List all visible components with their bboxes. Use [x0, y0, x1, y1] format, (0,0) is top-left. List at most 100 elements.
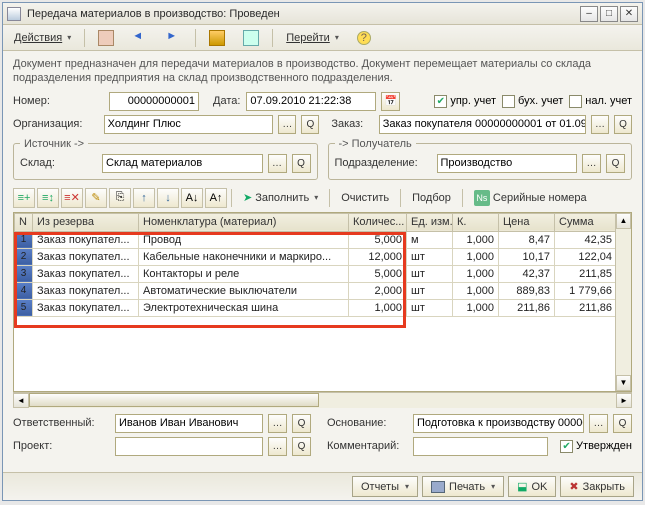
grid-sort-asc-icon[interactable]: A↓	[181, 188, 203, 208]
col-k[interactable]: К.	[453, 213, 499, 231]
table-row[interactable]: 2Заказ покупател...Кабельные наконечники…	[15, 248, 616, 265]
table-row[interactable]: 5Заказ покупател...Электротехническая ши…	[15, 299, 616, 316]
sklad-label: Склад:	[20, 157, 96, 169]
print-button[interactable]: Печать▾	[422, 476, 504, 497]
col-price[interactable]: Цена	[499, 213, 555, 231]
toolbar-nav-back-icon[interactable]: ◄	[125, 28, 155, 48]
order-open-button[interactable]: Q	[614, 115, 632, 134]
cell-sum: 42,35	[555, 231, 616, 248]
order-field[interactable]: Заказ покупателя 00000000001 от 01.09.20	[379, 115, 586, 134]
cell-qty: 1,000	[349, 299, 407, 316]
org-open-button[interactable]: Q	[301, 115, 319, 134]
cell-qty: 5,000	[349, 265, 407, 282]
org-field[interactable]: Холдинг Плюс	[104, 115, 274, 134]
project-field[interactable]	[115, 437, 263, 456]
close-button[interactable]: ✖Закрыть	[560, 476, 634, 497]
col-unit[interactable]: Ед. изм.	[407, 213, 453, 231]
main-toolbar: Действия▾ ◄ ► Перейти▾ ?	[3, 25, 642, 51]
serials-button[interactable]: NsСерийные номера	[467, 188, 594, 208]
date-picker-button[interactable]: 📅	[381, 92, 400, 111]
base-open-button[interactable]: Q	[613, 414, 632, 433]
scroll-up-icon[interactable]: ▲	[616, 213, 631, 229]
col-reserve[interactable]: Из резерва	[33, 213, 139, 231]
table-row[interactable]: 1Заказ покупател...Провод5,000м1,0008,47…	[15, 231, 616, 248]
resp-select-button[interactable]: …	[268, 414, 287, 433]
sklad-select-button[interactable]: …	[268, 154, 287, 173]
scroll-down-icon[interactable]: ▼	[616, 375, 631, 391]
reports-button[interactable]: Отчеты▾	[352, 476, 418, 497]
number-field[interactable]: 00000000001	[109, 92, 199, 111]
org-select-button[interactable]: …	[278, 115, 296, 134]
cell-sum: 1 779,66	[555, 282, 616, 299]
resp-label: Ответственный:	[13, 417, 109, 429]
cell-sum: 211,85	[555, 265, 616, 282]
grid-copy-icon[interactable]: ⎘	[109, 188, 131, 208]
col-n[interactable]: N	[15, 213, 33, 231]
col-qty[interactable]: Количес...	[349, 213, 407, 231]
toolbar-nav-fwd-icon[interactable]: ►	[159, 28, 189, 48]
toolbar-copy-icon[interactable]	[236, 28, 266, 48]
date-field[interactable]: 07.09.2010 21:22:38	[246, 92, 376, 111]
clear-button[interactable]: Очистить	[334, 188, 396, 208]
cell-price: 889,83	[499, 282, 555, 299]
source-group: Источник -> Склад: Склад материалов … Q	[13, 138, 318, 180]
cell-sum: 211,86	[555, 299, 616, 316]
cell-reserve: Заказ покупател...	[33, 299, 139, 316]
table-row[interactable]: 4Заказ покупател...Автоматические выключ…	[15, 282, 616, 299]
actions-menu[interactable]: Действия▾	[7, 28, 78, 48]
col-nomen[interactable]: Номенклатура (материал)	[139, 213, 349, 231]
grid-movedown-icon[interactable]: ↓	[157, 188, 179, 208]
horizontal-scrollbar[interactable]: ◄ ►	[13, 392, 632, 408]
sklad-field[interactable]: Склад материалов	[102, 154, 263, 173]
buh-uchet-checkbox[interactable]: бух. учет	[502, 95, 563, 108]
podr-select-button[interactable]: …	[582, 154, 601, 173]
toolbar-grid-icon[interactable]	[202, 28, 232, 48]
scroll-right-icon[interactable]: ►	[616, 393, 632, 408]
nal-uchet-checkbox[interactable]: нал. учет	[569, 95, 632, 108]
cell-qty: 5,000	[349, 231, 407, 248]
table-row[interactable]: 3Заказ покупател...Контакторы и реле5,00…	[15, 265, 616, 282]
cell-unit: шт	[407, 248, 453, 265]
resp-open-button[interactable]: Q	[292, 414, 311, 433]
go-menu[interactable]: Перейти▾	[279, 28, 346, 48]
grid-insert-icon[interactable]: ≡↕	[37, 188, 59, 208]
comment-field[interactable]	[413, 437, 548, 456]
grid-delete-icon[interactable]: ≡✕	[61, 188, 83, 208]
minimize-button[interactable]: –	[580, 6, 598, 22]
select-button[interactable]: Подбор	[405, 188, 458, 208]
base-field[interactable]: Подготовка к производству 000000000	[413, 414, 584, 433]
col-sum[interactable]: Сумма	[555, 213, 616, 231]
cell-reserve: Заказ покупател...	[33, 282, 139, 299]
cell-nomen: Провод	[139, 231, 349, 248]
base-select-button[interactable]: …	[589, 414, 608, 433]
maximize-button[interactable]: □	[600, 6, 618, 22]
grid[interactable]: N Из резерва Номенклатура (материал) Кол…	[13, 212, 632, 392]
help-icon[interactable]: ?	[350, 28, 378, 48]
grid-add-icon[interactable]: ≡+	[13, 188, 35, 208]
number-label: Номер:	[13, 95, 103, 107]
grid-moveup-icon[interactable]: ↑	[133, 188, 155, 208]
order-select-button[interactable]: …	[591, 115, 609, 134]
close-window-button[interactable]: ✕	[620, 6, 638, 22]
project-open-button[interactable]: Q	[292, 437, 311, 456]
podr-field[interactable]: Производство	[437, 154, 578, 173]
upr-uchet-checkbox[interactable]: ✔упр. учет	[434, 95, 496, 108]
podr-open-button[interactable]: Q	[606, 154, 625, 173]
fill-button[interactable]: ➤Заполнить▾	[236, 188, 325, 208]
approved-checkbox[interactable]: ✔Утвержден	[560, 440, 632, 453]
project-select-button[interactable]: …	[268, 437, 287, 456]
toolbar-save-icon[interactable]	[91, 28, 121, 48]
cell-n: 5	[15, 299, 33, 316]
grid-sort-desc-icon[interactable]: A↑	[205, 188, 227, 208]
vertical-scrollbar[interactable]: ▲ ▼	[615, 213, 631, 391]
cell-k: 1,000	[453, 231, 499, 248]
scroll-left-icon[interactable]: ◄	[13, 393, 29, 408]
ok-button[interactable]: ⬓OK	[508, 476, 556, 497]
grid-edit-icon[interactable]: ✎	[85, 188, 107, 208]
resp-field[interactable]: Иванов Иван Иванович	[115, 414, 263, 433]
cell-qty: 2,000	[349, 282, 407, 299]
print-icon	[431, 481, 445, 493]
sklad-open-button[interactable]: Q	[292, 154, 311, 173]
order-label: Заказ:	[331, 118, 372, 130]
cell-k: 1,000	[453, 248, 499, 265]
